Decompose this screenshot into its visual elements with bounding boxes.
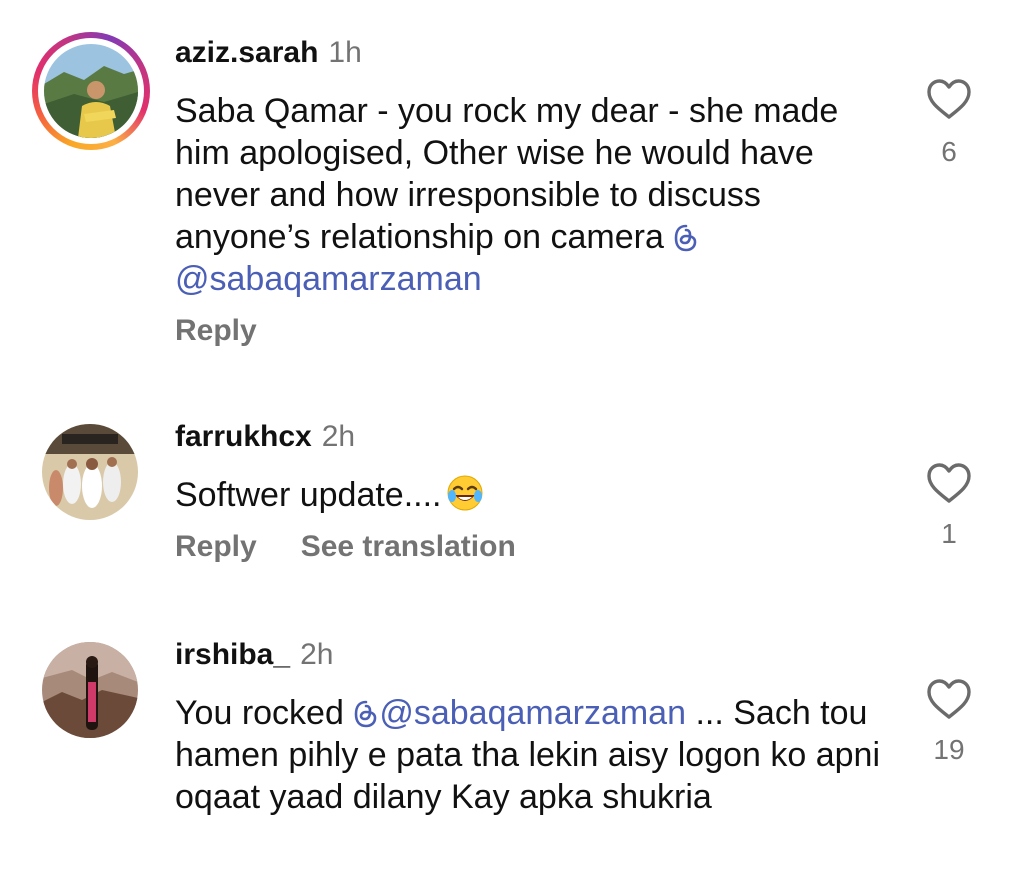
reply-button[interactable]: Reply xyxy=(175,530,257,563)
avatar[interactable] xyxy=(42,642,138,738)
see-translation-button[interactable]: See translation xyxy=(301,530,516,563)
comment-meta: aziz.sarah 1h xyxy=(175,36,362,70)
like-button[interactable] xyxy=(926,462,972,504)
comment-text: Softwer update.... xyxy=(175,474,895,516)
comment-text-body: You rocked xyxy=(175,694,354,732)
mention-link[interactable]: @sabaqamarzaman xyxy=(353,694,686,732)
timestamp: 2h xyxy=(300,638,334,671)
reply-button[interactable]: Reply xyxy=(175,314,257,347)
face-with-tears-of-joy-icon xyxy=(447,475,482,511)
comment-actions: Reply xyxy=(175,314,301,348)
story-ring[interactable] xyxy=(32,32,150,150)
username[interactable]: irshiba_ xyxy=(175,638,290,671)
like-count: 6 xyxy=(941,136,957,167)
like-count: 19 xyxy=(933,734,965,765)
like-button[interactable] xyxy=(926,78,972,120)
avatar[interactable] xyxy=(42,424,138,520)
timestamp: 2h xyxy=(321,420,356,453)
username[interactable]: aziz.sarah xyxy=(175,36,318,69)
heart-outline-icon xyxy=(927,79,971,119)
comment-text: Saba Qamar - you rock my dear - she made… xyxy=(175,90,895,300)
like-button[interactable] xyxy=(926,678,972,720)
like-count: 1 xyxy=(941,518,957,549)
comment-meta: irshiba_ 2h xyxy=(175,638,333,672)
comment-meta: farrukhcx 2h xyxy=(175,420,355,454)
timestamp: 1h xyxy=(328,36,362,69)
threads-icon xyxy=(355,700,377,728)
heart-outline-icon xyxy=(927,679,971,719)
heart-outline-icon xyxy=(927,463,971,503)
comment-text-body: Softwer update.... xyxy=(175,476,442,514)
comment-text: You rocked @sabaqamarzaman ... Sach tou … xyxy=(175,692,895,818)
comment-actions: Reply See translation xyxy=(175,530,560,564)
threads-icon xyxy=(675,224,697,252)
username[interactable]: farrukhcx xyxy=(175,420,312,453)
comment-text-body: Saba Qamar - you rock my dear - she made… xyxy=(175,92,839,256)
avatar[interactable] xyxy=(44,44,138,138)
